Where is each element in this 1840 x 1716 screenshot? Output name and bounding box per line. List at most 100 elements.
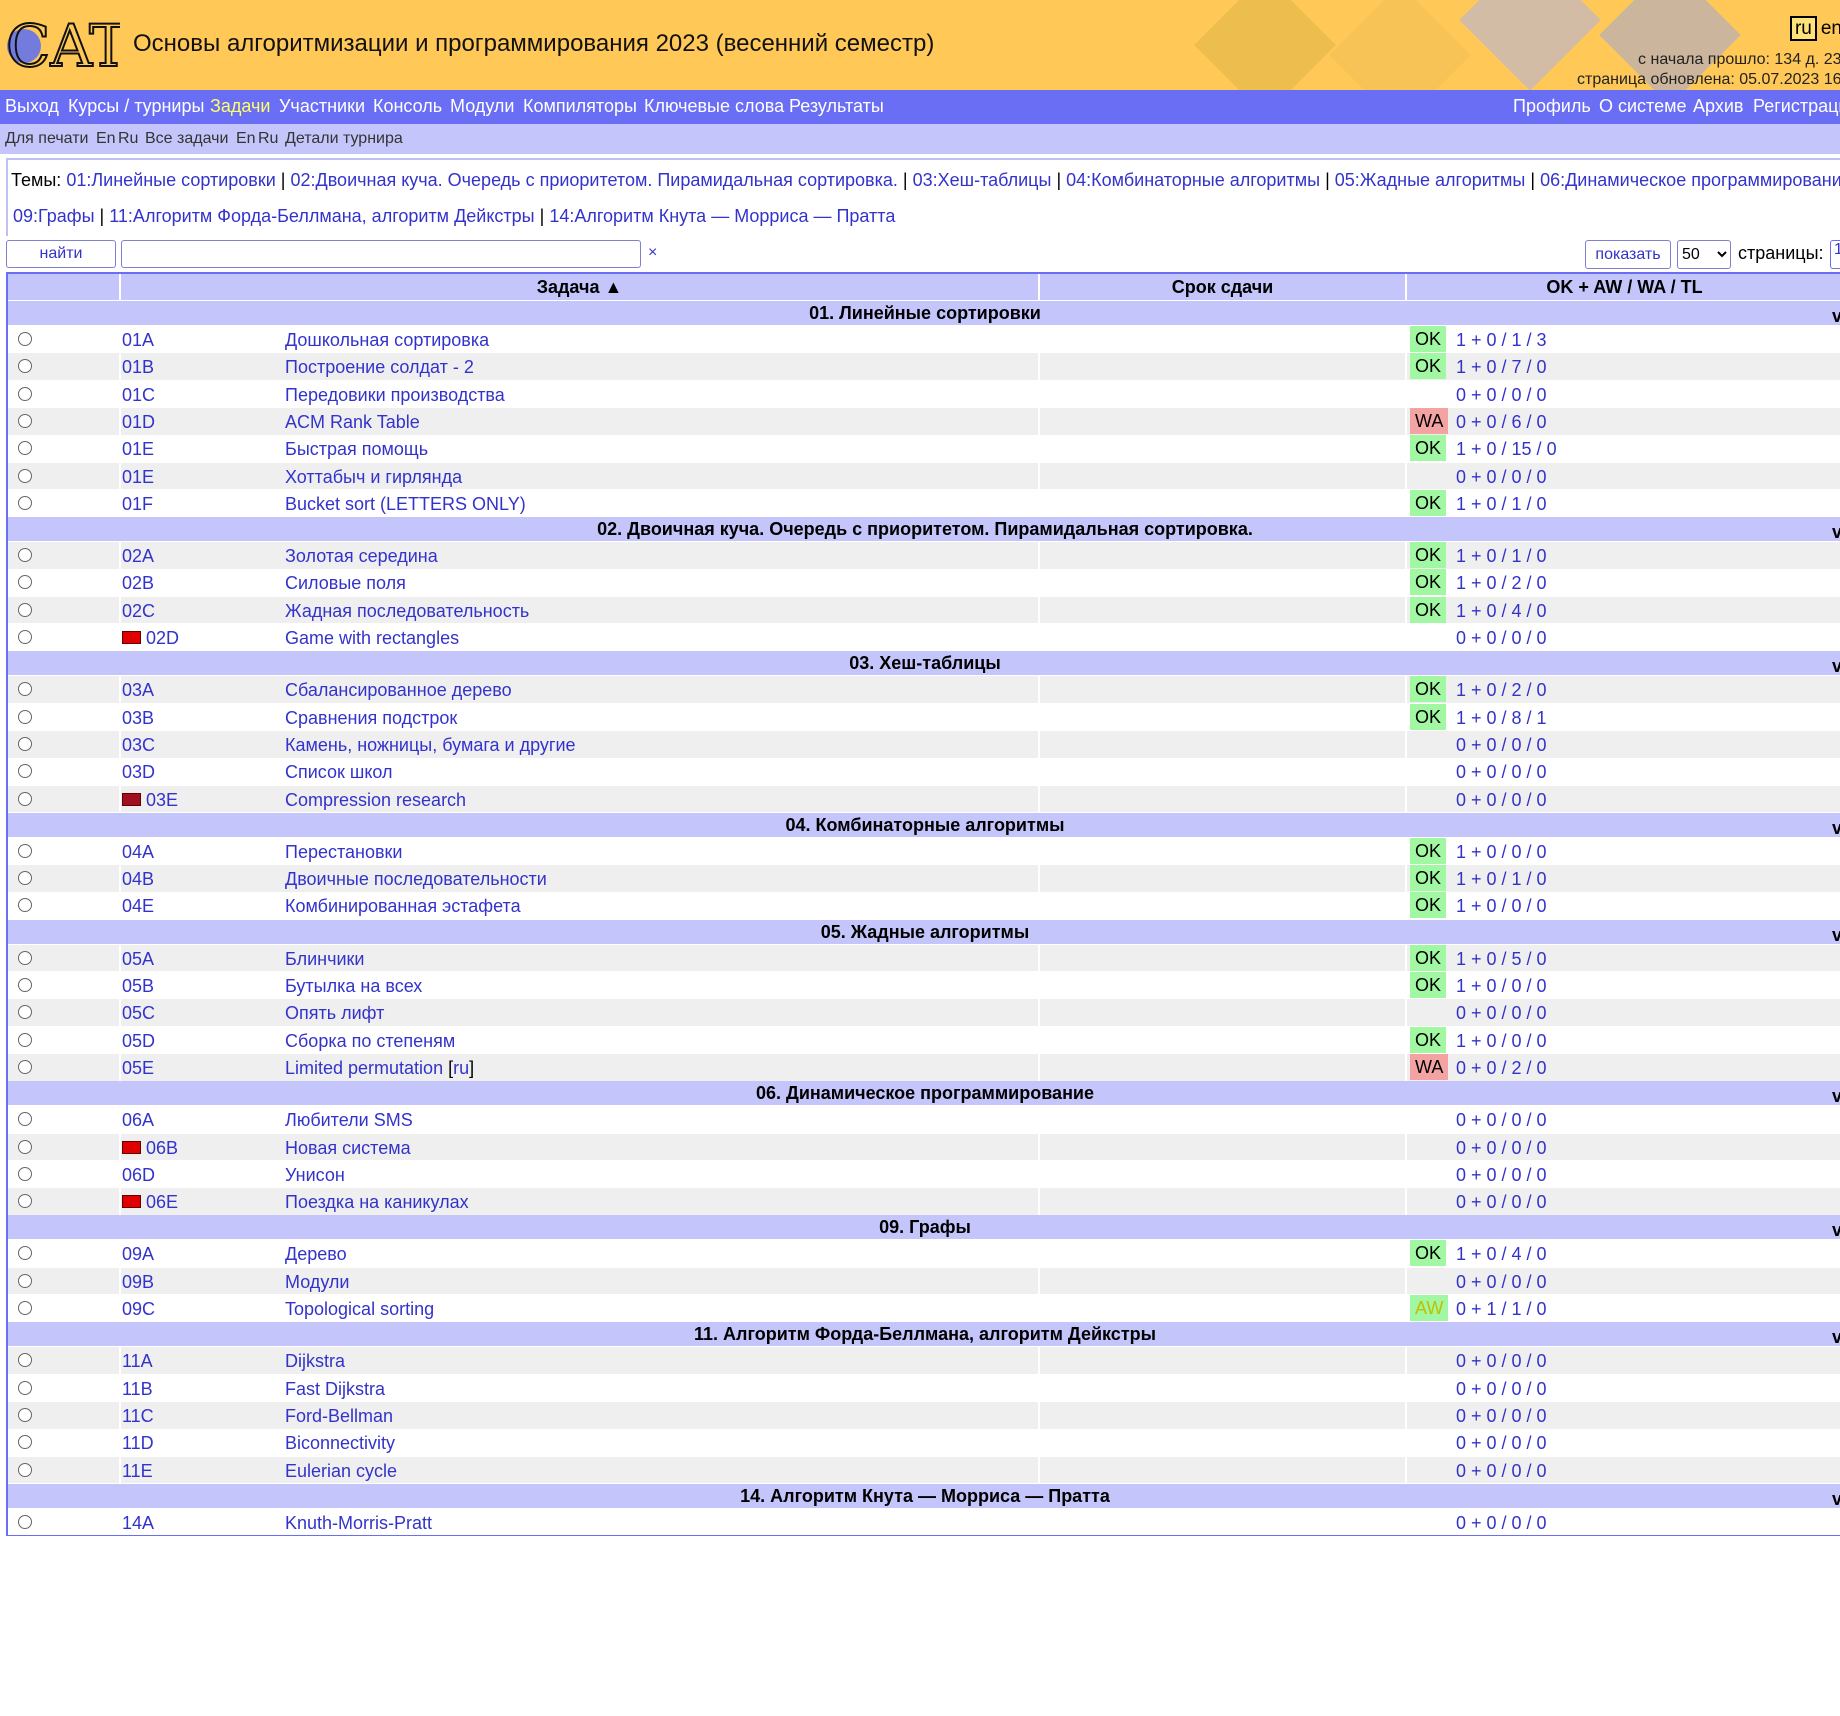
- lang-en-link[interactable]: en: [1821, 18, 1840, 39]
- menu-results[interactable]: Результаты: [789, 96, 884, 117]
- problem-radio[interactable]: [18, 871, 32, 886]
- problem-code[interactable]: 02B: [122, 573, 154, 594]
- problem-code[interactable]: 09B: [122, 1272, 154, 1293]
- submission-counts-link[interactable]: 1 + 0 / 2 / 0: [1456, 573, 1547, 594]
- problem-radio[interactable]: [18, 1273, 32, 1288]
- show-button[interactable]: показать: [1585, 240, 1671, 269]
- problem-radio[interactable]: [18, 602, 32, 617]
- problem-radio[interactable]: [18, 386, 32, 401]
- problem-radio[interactable]: [18, 441, 32, 456]
- menu-participants[interactable]: Участники: [279, 96, 365, 117]
- problem-lang-link[interactable]: ru: [453, 1058, 469, 1078]
- submenu-contest-details[interactable]: Детали турнира: [285, 130, 403, 148]
- problem-name-link[interactable]: Бутылка на всех: [285, 976, 422, 996]
- submission-counts-link[interactable]: 0 + 0 / 0 / 0: [1456, 628, 1547, 649]
- menu-about[interactable]: О системе: [1599, 96, 1687, 117]
- problem-name-link[interactable]: Быстрая помощь: [285, 439, 428, 459]
- problem-radio[interactable]: [18, 1435, 32, 1450]
- submission-counts-link[interactable]: 0 + 0 / 0 / 0: [1456, 1461, 1547, 1482]
- collapse-toggle-icon[interactable]: v: [1832, 816, 1840, 840]
- submission-counts-link[interactable]: 0 + 0 / 0 / 0: [1456, 1138, 1547, 1159]
- submission-counts-link[interactable]: 0 + 0 / 0 / 0: [1456, 1003, 1547, 1024]
- problem-code[interactable]: 03B: [122, 708, 154, 729]
- problem-code[interactable]: 01C: [122, 385, 155, 406]
- problem-name-link[interactable]: Жадная последовательность: [285, 601, 529, 621]
- menu-console[interactable]: Консоль: [373, 96, 442, 117]
- clear-search-icon[interactable]: ×: [648, 244, 657, 262]
- menu-keywords[interactable]: Ключевые слова: [644, 96, 784, 117]
- problem-code[interactable]: 05A: [122, 949, 154, 970]
- problem-code[interactable]: 11D: [122, 1433, 154, 1454]
- problem-radio[interactable]: [18, 1139, 32, 1154]
- submission-counts-link[interactable]: 1 + 0 / 1 / 0: [1456, 869, 1547, 890]
- collapse-toggle-icon[interactable]: v: [1832, 1084, 1840, 1108]
- problem-code[interactable]: 04A: [122, 842, 154, 863]
- problem-name-link[interactable]: Камень, ножницы, бумага и другие: [285, 735, 576, 755]
- problem-name-link[interactable]: Knuth-Morris-Pratt: [285, 1513, 432, 1533]
- submission-counts-link[interactable]: 1 + 0 / 1 / 0: [1456, 494, 1547, 515]
- problem-name-link[interactable]: Дерево: [285, 1244, 347, 1264]
- problem-radio[interactable]: [18, 978, 32, 992]
- problem-radio[interactable]: [18, 898, 32, 913]
- problem-code[interactable]: 09C: [122, 1299, 155, 1320]
- problem-name-link[interactable]: Новая система: [285, 1138, 411, 1158]
- collapse-toggle-icon[interactable]: v: [1832, 304, 1840, 328]
- problem-name-link[interactable]: Dijkstra: [285, 1351, 345, 1371]
- collapse-toggle-icon[interactable]: v: [1832, 654, 1840, 678]
- problem-radio[interactable]: [18, 548, 32, 563]
- submenu-print[interactable]: Для печати: [5, 130, 88, 148]
- problem-name-link[interactable]: Перестановки: [285, 842, 402, 862]
- problem-radio[interactable]: [18, 682, 32, 697]
- submission-counts-link[interactable]: 0 + 0 / 0 / 0: [1456, 1110, 1547, 1131]
- problem-name-link[interactable]: Fast Dijkstra: [285, 1379, 385, 1399]
- submenu-all-en[interactable]: En: [236, 130, 256, 148]
- problem-code[interactable]: 03E: [146, 790, 178, 811]
- topic-link[interactable]: 04:Комбинаторные алгоритмы: [1066, 170, 1320, 190]
- problem-name-link[interactable]: Блинчики: [285, 949, 364, 969]
- problem-radio[interactable]: [18, 413, 32, 428]
- problem-radio[interactable]: [18, 1462, 32, 1477]
- submission-counts-link[interactable]: 1 + 0 / 0 / 0: [1456, 842, 1547, 863]
- problem-name-link[interactable]: Сравнения подстрок: [285, 708, 457, 728]
- problem-name-link[interactable]: Построение солдат - 2: [285, 357, 474, 377]
- problem-code[interactable]: 05E: [122, 1058, 154, 1079]
- submenu-all-problems[interactable]: Все задачи: [145, 130, 228, 148]
- submission-counts-link[interactable]: 1 + 0 / 0 / 0: [1456, 1031, 1547, 1052]
- collapse-toggle-icon[interactable]: v: [1832, 1218, 1840, 1242]
- submission-counts-link[interactable]: 0 + 0 / 0 / 0: [1456, 790, 1547, 811]
- problem-radio[interactable]: [18, 468, 32, 483]
- menu-register[interactable]: Регистраци: [1753, 96, 1840, 117]
- problem-code[interactable]: 02C: [122, 601, 155, 622]
- submission-counts-link[interactable]: 0 + 0 / 0 / 0: [1456, 762, 1547, 783]
- submission-counts-link[interactable]: 0 + 0 / 0 / 0: [1456, 1351, 1547, 1372]
- submission-counts-link[interactable]: 0 + 1 / 1 / 0: [1456, 1299, 1547, 1320]
- topic-link[interactable]: 03:Хеш-таблицы: [913, 170, 1052, 190]
- problem-name-link[interactable]: Ford-Bellman: [285, 1406, 393, 1426]
- problem-code[interactable]: 01E: [122, 467, 154, 488]
- submenu-print-ru[interactable]: Ru: [118, 130, 138, 148]
- problem-code[interactable]: 01A: [122, 330, 154, 351]
- menu-profile[interactable]: Профиль: [1513, 96, 1591, 117]
- submission-counts-link[interactable]: 1 + 0 / 4 / 0: [1456, 1244, 1547, 1265]
- problem-radio[interactable]: [18, 575, 32, 590]
- problem-code[interactable]: 03C: [122, 735, 155, 756]
- collapse-toggle-icon[interactable]: v: [1832, 1325, 1840, 1349]
- submission-counts-link[interactable]: 0 + 0 / 2 / 0: [1456, 1058, 1547, 1079]
- problem-radio[interactable]: [18, 950, 32, 965]
- submission-counts-link[interactable]: 1 + 0 / 8 / 1: [1456, 708, 1547, 729]
- problem-radio[interactable]: [18, 495, 32, 510]
- topic-link[interactable]: 14:Алгоритм Кнута — Морриса — Пратта: [549, 206, 895, 226]
- problem-name-link[interactable]: Сборка по степеням: [285, 1031, 455, 1051]
- submission-counts-link[interactable]: 0 + 0 / 6 / 0: [1456, 412, 1547, 433]
- problem-name-link[interactable]: Сбалансированное дерево: [285, 680, 512, 700]
- lang-ru-link[interactable]: ru: [1789, 16, 1817, 41]
- submission-counts-link[interactable]: 0 + 0 / 0 / 0: [1456, 1406, 1547, 1427]
- problem-radio[interactable]: [18, 764, 32, 779]
- problem-code[interactable]: 14A: [122, 1513, 154, 1534]
- search-input[interactable]: [121, 240, 641, 268]
- problem-radio[interactable]: [18, 736, 32, 751]
- submission-counts-link[interactable]: 1 + 0 / 2 / 0: [1456, 680, 1547, 701]
- problem-radio[interactable]: [18, 1407, 32, 1422]
- problem-radio[interactable]: [18, 332, 32, 346]
- problem-radio[interactable]: [18, 1246, 32, 1261]
